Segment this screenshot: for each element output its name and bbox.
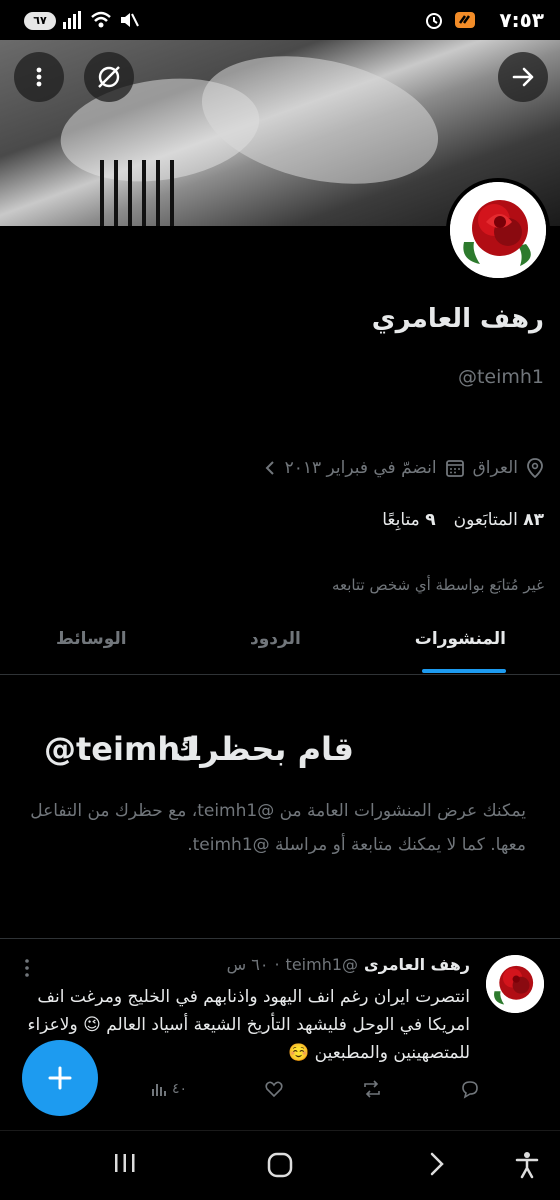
tweet-more-button[interactable] [20, 957, 34, 984]
back-button[interactable] [498, 52, 548, 102]
following-count: ٩ [425, 510, 436, 530]
accessibility-icon [515, 1152, 539, 1179]
tab-media[interactable]: الوسائط [56, 629, 127, 649]
not-followed-note: غير مُتابَع بواسطة أي شخص تتابعه [331, 576, 544, 594]
compose-post-button[interactable] [22, 1040, 98, 1116]
views-stat[interactable]: ٤٠ [150, 1080, 187, 1098]
following-label: متابِعًا [382, 510, 420, 530]
tab-posts[interactable]: المنشورات [415, 629, 506, 649]
location-pin-icon [527, 458, 543, 478]
more-options-button[interactable] [14, 52, 64, 102]
battery-indicator: ٦٧ [24, 12, 56, 30]
followers-label: المتابَعون [453, 510, 518, 530]
red-rose-image [486, 955, 544, 1013]
follow-counts: ٨٣ المتابَعون ٩ متابِعًا [382, 510, 544, 530]
banner-image-chair [100, 160, 180, 226]
avatar[interactable] [446, 178, 550, 282]
plus-icon [48, 1066, 72, 1090]
profile-handle: @teimh1 [457, 366, 544, 388]
mute-icon [121, 13, 139, 27]
chevron-right-icon [430, 1152, 444, 1176]
reply-icon[interactable] [460, 1079, 480, 1099]
notification-icons [424, 10, 476, 30]
wifi-icon [91, 11, 111, 28]
views-icon [152, 1084, 166, 1096]
signal-icon [63, 11, 81, 29]
banner-image-shape [190, 40, 450, 204]
chevron-left-icon[interactable] [263, 459, 277, 477]
back-nav-button[interactable] [426, 1151, 446, 1181]
status-bar: ٦٧ ٧:٥٣ [0, 0, 560, 40]
followers-count: ٨٣ [523, 510, 544, 530]
grok-button[interactable] [84, 52, 134, 102]
like-icon[interactable] [264, 1079, 284, 1099]
accessibility-button[interactable] [514, 1151, 540, 1183]
more-vertical-icon [36, 67, 42, 87]
profile-location: العراق [472, 458, 518, 478]
following-link[interactable]: ٩ متابِعًا [382, 510, 435, 530]
views-count: ٤٠ [172, 1081, 188, 1097]
home-button[interactable] [266, 1151, 294, 1183]
tweet-actions: ٤٠ [150, 1079, 480, 1099]
tweet-author[interactable]: رهف العامرى [364, 955, 470, 974]
arrow-right-icon [512, 67, 534, 87]
profile-tabs: المنشورات الردود الوسائط [0, 615, 560, 675]
blocked-description: يمكنك عرض المنشورات العامة من @teimh1، م… [30, 801, 526, 855]
profile-joined: انضمّ في فبراير ٢٠١٣ [284, 458, 437, 478]
tweet-avatar[interactable] [486, 955, 544, 1013]
tab-replies[interactable]: الردود [250, 629, 301, 649]
system-navigation-bar [0, 1130, 560, 1200]
more-vertical-icon [25, 959, 29, 977]
tweet-handle: @teimh1 [285, 955, 359, 974]
alarm-icon [426, 13, 442, 29]
grok-icon [98, 66, 120, 88]
repost-icon[interactable] [361, 1079, 383, 1099]
tweet-header: رهف العامرى @teimh1 · ٦٠ س [227, 955, 470, 974]
app-notification-icon [455, 12, 475, 28]
followers-link[interactable]: ٨٣ المتابَعون [454, 510, 544, 530]
status-time: ٧:٥٣ [499, 8, 544, 32]
recent-apps-button[interactable] [112, 1151, 138, 1179]
red-rose-image [450, 182, 546, 278]
recent-apps-icon [115, 1154, 135, 1172]
active-tab-indicator [422, 669, 506, 673]
tweet-time: ٦٠ س [226, 955, 269, 974]
status-icons [62, 10, 140, 30]
blocked-title-handle: @teimh1 [44, 730, 203, 768]
calendar-icon [445, 460, 464, 477]
home-icon [267, 1152, 293, 1178]
tweet-dot: · [274, 955, 280, 974]
profile-meta: العراق انضمّ في فبراير ٢٠١٣ [263, 455, 544, 481]
profile-name: رهف العامري [371, 304, 544, 334]
